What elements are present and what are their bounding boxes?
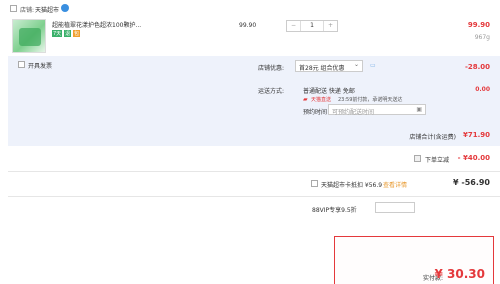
discount-label: 店铺优惠: — [258, 65, 285, 72]
weight: 967g — [474, 34, 490, 41]
card-deduction-link[interactable]: 查看详情 — [383, 180, 407, 189]
time-label: 预约时间 — [303, 109, 328, 116]
invoice-checkbox[interactable] — [18, 61, 25, 68]
delivery-label: 运送方式: — [258, 88, 285, 95]
product-title[interactable]: 超能植翠花漾护色超浓100颗护... — [52, 20, 141, 29]
chevron-down-icon: ⌄ — [353, 61, 359, 68]
card-deduction-value: ¥ -56.90 — [453, 178, 490, 187]
quantity-value[interactable]: 1 — [301, 21, 323, 31]
shop-label: 店铺: — [20, 7, 35, 14]
divider — [8, 171, 500, 172]
product-row: 超能植翠花漾护色超浓100颗护... 7天 退 包 99.90 − 1 + 99… — [8, 16, 500, 57]
discount-select-value: 首28元 组合优惠 — [299, 65, 345, 72]
payment-value: ¥ 30.30 — [434, 267, 485, 281]
card-deduction-checkbox[interactable] — [311, 180, 318, 187]
quantity-plus-button[interactable]: + — [323, 21, 337, 31]
shop-total-band: 店铺合计(含运费) ¥71.90 — [8, 126, 500, 146]
checkbox-shop[interactable] — [10, 5, 17, 12]
product-badges: 7天 退 包 — [52, 30, 81, 37]
card-deduction-label: 天猫超市卡抵扣 ¥56.9 — [321, 182, 383, 189]
invoice-label[interactable]: 开具发票 — [28, 61, 52, 70]
vip-select[interactable] — [375, 202, 415, 213]
delivery-mode: 普通配送 快递 免邮 — [303, 88, 355, 95]
shop-total-label: 店铺合计(含运费) — [409, 134, 456, 141]
quantity-minus-button[interactable]: − — [287, 21, 301, 31]
vip-label: 88VIP专享9.5折 — [312, 207, 357, 214]
express-note: 23:59前付款，承诺明天送达 — [338, 97, 403, 103]
divider — [8, 196, 500, 197]
discount-info-icon[interactable]: ▭ — [370, 62, 376, 69]
order-discount-label: 下单立减 — [425, 157, 450, 164]
quantity-stepper[interactable]: − 1 + — [286, 20, 338, 32]
order-discount-value: - ¥40.00 — [457, 154, 490, 162]
calendar-icon: ▣ — [416, 106, 422, 113]
order-options-band: 开具发票 店铺优惠: 首28元 组合优惠 ⌄ ▭ -28.00 运送方式: 普通… — [8, 56, 500, 126]
order-discount-checkbox[interactable] — [414, 155, 421, 162]
payment-summary-box: 实付款: ¥ 30.30 — [334, 236, 494, 284]
delivery-amount: 0.00 — [475, 86, 490, 93]
product-pack-shape — [19, 28, 41, 46]
shop-total-value: ¥71.90 — [462, 131, 490, 139]
discount-amount: -28.00 — [464, 63, 490, 71]
shop-name[interactable]: 天猫超市 — [35, 5, 59, 14]
discount-select[interactable]: 首28元 组合优惠 ⌄ — [295, 60, 363, 72]
express-truck-icon: ▰ — [303, 96, 308, 103]
delivery-time-placeholder: 可预约配送时间 — [332, 109, 375, 116]
badge-guarantee: 包 — [73, 30, 81, 37]
product-thumbnail[interactable] — [12, 19, 46, 53]
express-tag: 天猫直送 — [311, 97, 332, 103]
unit-price: 99.90 — [239, 22, 257, 29]
subtotal: 99.90 — [467, 21, 490, 29]
badge-return: 退 — [64, 30, 72, 37]
badge-7day: 7天 — [52, 30, 63, 37]
chat-icon[interactable] — [61, 4, 69, 12]
delivery-time-input[interactable]: 可预约配送时间 ▣ — [328, 104, 426, 116]
